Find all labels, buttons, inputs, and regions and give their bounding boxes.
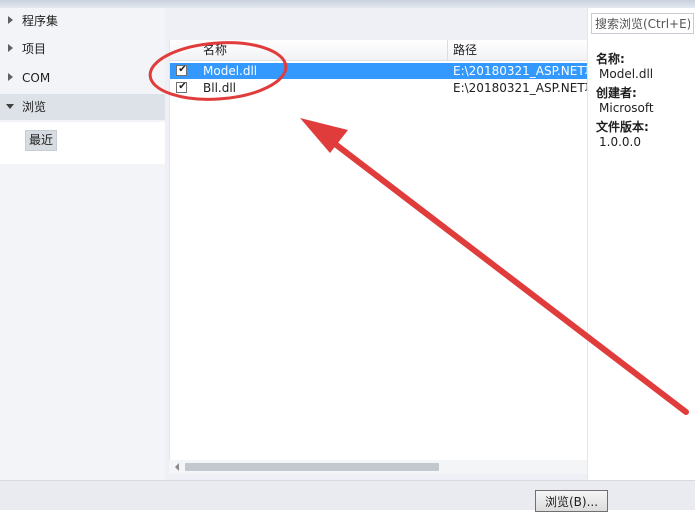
list-row-bll[interactable]: ✔ Bll.dll E:\20180321_ASP.NET项 [170,80,588,96]
nav-item-label: 浏览 [22,100,47,114]
expand-triangle-icon [8,73,13,81]
column-header-name[interactable]: 名称 [203,40,227,60]
detail-name-label: 名称: [596,52,625,66]
detail-creator-label: 创建者: [596,86,637,100]
details-pane: 名称: Model.dll 创建者: Microsoft 文件版本: 1.0.0… [587,8,695,480]
bottom-bar: 浏览(B)... [0,480,695,512]
search-input[interactable] [591,13,694,34]
nav-item-projects[interactable]: 项目 [0,36,165,62]
nav-item-com[interactable]: COM [0,65,165,91]
expand-triangle-icon [8,16,13,24]
detail-name-value: Model.dll [599,67,654,81]
nav-subitem-recent[interactable]: 最近 [25,130,58,151]
row-checkbox[interactable]: ✔ [176,64,187,76]
expand-triangle-icon [8,44,13,52]
row-checkbox[interactable]: ✔ [176,81,187,93]
row-file-path: E:\20180321_ASP.NET项 [453,81,588,95]
list-header: 名称 路径 [170,40,588,61]
row-file-name: Model.dll [203,64,258,78]
reference-manager-window: 程序集 项目 COM 浏览 最近 名称 路径 ✔ Model.dll E:\20… [0,0,695,512]
detail-version-value: 1.0.0.0 [599,135,641,149]
browse-subitems: 最近 [0,122,165,164]
scroll-left-arrow-icon[interactable] [175,463,179,471]
file-list: 名称 路径 ✔ Model.dll E:\20180321_ASP.NET项 ✔… [169,40,588,474]
check-icon: ✔ [178,64,187,75]
nav-item-label: 项目 [22,42,47,56]
row-file-path: E:\20180321_ASP.NET项 [453,64,588,78]
nav-item-label: COM [22,71,51,85]
collapse-triangle-icon [6,104,14,109]
row-file-name: Bll.dll [203,81,236,95]
column-header-path[interactable]: 路径 [453,40,477,60]
nav-item-label: 程序集 [22,14,59,28]
detail-version-label: 文件版本: [596,120,649,134]
scrollbar-thumb[interactable] [185,463,439,471]
column-divider[interactable] [447,40,448,60]
nav-item-assemblies[interactable]: 程序集 [0,8,165,34]
list-row-model[interactable]: ✔ Model.dll E:\20180321_ASP.NET项 [170,63,588,79]
detail-creator-value: Microsoft [599,101,654,115]
title-strip [0,0,695,8]
horizontal-scrollbar[interactable] [169,460,587,474]
left-navigation: 程序集 项目 COM 浏览 最近 [0,8,165,480]
nav-item-browse[interactable]: 浏览 [0,94,165,120]
check-icon: ✔ [178,81,187,92]
